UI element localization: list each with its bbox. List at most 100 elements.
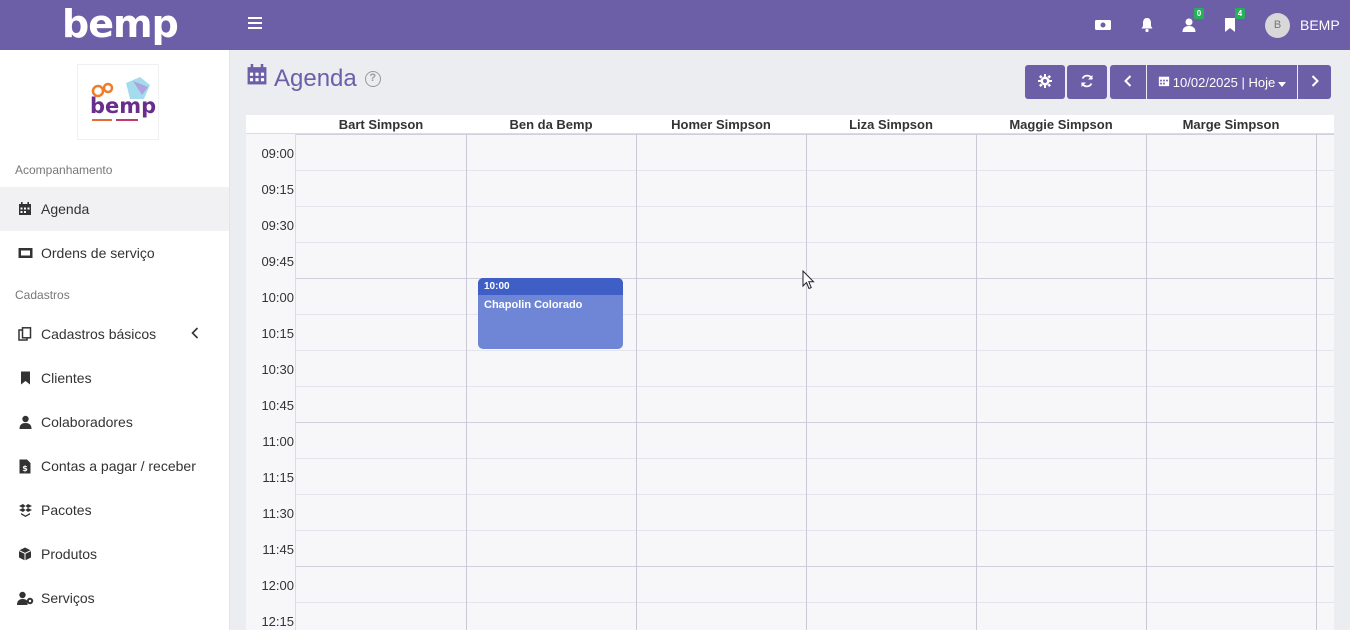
bookmark-notification-icon[interactable]: 4 <box>1219 8 1245 36</box>
slot-line <box>296 350 1334 351</box>
cube-icon <box>16 546 34 562</box>
next-day-button[interactable] <box>1298 65 1331 99</box>
time-gutter: 09:00 09:15 09:30 09:45 10:00 10:15 10:3… <box>246 134 296 630</box>
mouse-cursor-icon <box>802 269 815 295</box>
calendar-header: Bart Simpson Ben da Bemp Homer Simpson L… <box>246 115 1334 134</box>
slot-line <box>296 134 1334 135</box>
chevron-left-icon <box>1124 74 1132 90</box>
help-icon[interactable]: ? <box>364 70 381 87</box>
user-notification-icon[interactable]: 0 <box>1178 8 1204 36</box>
svg-text:$: $ <box>22 464 28 473</box>
sidebar-item-agenda[interactable]: Agenda <box>0 187 229 231</box>
slot-line <box>296 566 1334 567</box>
column-divider <box>636 134 637 630</box>
money-file-icon: $ <box>16 458 34 474</box>
copy-icon <box>16 326 34 342</box>
time-slot-label: 11:30 <box>262 506 294 521</box>
time-slot-label: 12:15 <box>261 614 294 629</box>
users-badge: 0 <box>1194 8 1204 19</box>
time-slot-label: 09:30 <box>261 218 294 233</box>
column-header: Liza Simpson <box>849 117 933 132</box>
slot-line <box>296 314 1334 315</box>
column-divider <box>466 134 467 630</box>
time-slot-label: 12:00 <box>261 578 294 593</box>
sidebar-item-servicos[interactable]: Serviços <box>0 576 229 620</box>
sidebar-item-label: Contas a pagar / receber <box>41 458 196 474</box>
column-header: Marge Simpson <box>1182 117 1280 132</box>
bookmarks-badge: 4 <box>1235 8 1245 19</box>
sidebar-item-colaboradores[interactable]: Colaboradores <box>0 400 229 444</box>
previous-day-button[interactable] <box>1110 65 1146 99</box>
svg-text:bemp: bemp <box>90 94 156 118</box>
column-divider <box>1316 134 1317 630</box>
slot-line <box>296 386 1334 387</box>
time-slot-label: 10:45 <box>261 398 294 413</box>
time-slot-label: 10:15 <box>261 326 294 341</box>
settings-button[interactable] <box>1025 65 1065 99</box>
sidebar-item-cadastros-basicos[interactable]: Cadastros básicos <box>0 312 229 356</box>
date-label: 10/02/2025 | Hoje <box>1172 74 1276 90</box>
agenda-calendar[interactable]: Bart Simpson Ben da Bemp Homer Simpson L… <box>246 115 1334 630</box>
sidebar-item-label: Clientes <box>41 370 92 386</box>
time-slot-label: 09:15 <box>261 182 294 197</box>
sidebar-item-label: Agenda <box>41 201 90 217</box>
slot-line <box>296 170 1334 171</box>
slot-line <box>296 602 1334 603</box>
calendar-event[interactable]: 10:00 Chapolin Colorado <box>478 278 623 349</box>
brand-logo[interactable]: bemp <box>62 4 179 44</box>
column-divider <box>806 134 807 630</box>
section-label-cadastros: Cadastros <box>15 288 70 302</box>
column-header: Homer Simpson <box>671 117 771 132</box>
time-slot-label: 09:00 <box>261 146 294 161</box>
calendar-icon <box>1158 75 1170 90</box>
sidebar-item-contas[interactable]: $ Contas a pagar / receber <box>0 444 229 488</box>
chevron-left-icon[interactable] <box>191 326 199 342</box>
user-icon <box>16 414 34 430</box>
time-slot-label: 10:30 <box>261 362 294 377</box>
sidebar-item-label: Colaboradores <box>41 414 133 430</box>
column-divider <box>976 134 977 630</box>
slot-line <box>296 206 1334 207</box>
calendar-icon <box>246 64 268 93</box>
chevron-right-icon <box>1311 74 1319 90</box>
time-slot-label: 11:45 <box>262 542 294 557</box>
sidebar-item-label: Cadastros básicos <box>41 326 157 342</box>
column-divider <box>1146 134 1147 630</box>
time-slot-label: 11:00 <box>262 434 294 449</box>
ticket-icon <box>16 245 34 261</box>
gear-icon <box>1038 73 1052 91</box>
slot-line <box>296 422 1334 423</box>
page-title-text: Agenda <box>274 64 357 92</box>
sidebar-item-produtos[interactable]: Produtos <box>0 532 229 576</box>
slot-line <box>296 494 1334 495</box>
bell-icon[interactable] <box>1136 14 1158 36</box>
sidebar: bemp Acompanhamento Agenda Ordens de ser… <box>0 50 230 630</box>
refresh-button[interactable] <box>1067 65 1107 99</box>
slot-line <box>296 458 1334 459</box>
column-header: Ben da Bemp <box>509 117 593 132</box>
time-slot-label: 10:00 <box>261 290 294 305</box>
username[interactable]: BEMP <box>1300 17 1340 33</box>
caret-down-icon <box>1278 75 1287 90</box>
bookmark-icon <box>16 370 34 386</box>
date-picker-button[interactable]: 10/02/2025 | Hoje <box>1147 65 1297 99</box>
event-time: 10:00 <box>478 278 623 295</box>
sidebar-item-pacotes[interactable]: Pacotes <box>0 488 229 532</box>
time-slot-label: 09:45 <box>261 254 294 269</box>
top-bar: bemp 0 4 B BEMP <box>0 0 1350 50</box>
cash-icon[interactable] <box>1092 14 1114 36</box>
sidebar-item-label: Serviços <box>41 590 95 606</box>
sidebar-item-clientes[interactable]: Clientes <box>0 356 229 400</box>
sidebar-item-label: Ordens de serviço <box>41 245 155 261</box>
event-title: Chapolin Colorado <box>484 299 583 311</box>
sidebar-item-ordens-servico[interactable]: Ordens de serviço <box>0 231 229 275</box>
menu-toggle-icon[interactable] <box>248 17 262 31</box>
slot-line <box>296 530 1334 531</box>
calendar-icon <box>16 201 34 217</box>
avatar[interactable]: B <box>1265 13 1290 38</box>
column-header: Bart Simpson <box>338 117 424 132</box>
time-slot-label: 11:15 <box>262 470 294 485</box>
page-title: Agenda ? <box>246 64 381 93</box>
sidebar-item-label: Produtos <box>41 546 98 562</box>
user-gear-icon <box>16 590 34 606</box>
